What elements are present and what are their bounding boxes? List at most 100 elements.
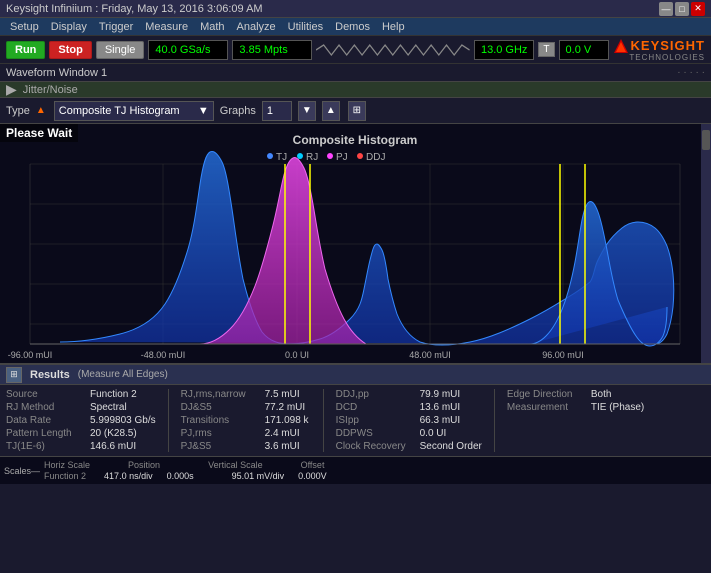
offset-key: Offset bbox=[301, 460, 325, 470]
vert-scale-spacer bbox=[267, 460, 297, 470]
toolbar: Run Stop Single 40.0 GSa/s 3.85 Mpts 13.… bbox=[0, 36, 711, 64]
app-title: Keysight Infiniium : Friday, May 13, 201… bbox=[6, 3, 263, 15]
menu-demos[interactable]: Demos bbox=[329, 18, 376, 35]
svg-text:48.00 mUI: 48.00 mUI bbox=[409, 350, 451, 360]
results-title: Results bbox=[30, 369, 70, 381]
jitter-bar: ▶ Jitter/Noise bbox=[0, 82, 711, 98]
type-dropdown-arrow: ▼ bbox=[198, 105, 209, 117]
horiz-scale-spacer bbox=[94, 460, 124, 470]
result-key: DDPWS bbox=[336, 428, 416, 439]
result-value: 77.2 mUI bbox=[265, 402, 306, 413]
menu-math[interactable]: Math bbox=[194, 18, 230, 35]
menu-setup[interactable]: Setup bbox=[4, 18, 45, 35]
graphs-down-btn[interactable]: ▼ bbox=[298, 101, 316, 121]
menu-trigger[interactable]: Trigger bbox=[93, 18, 139, 35]
result-value: Function 2 bbox=[90, 389, 137, 400]
result-key: DDJ,pp bbox=[336, 389, 416, 400]
vert-scale-key: Vertical Scale bbox=[208, 460, 263, 470]
scale-row-header: Horiz Scale Position Vertical Scale Offs… bbox=[44, 460, 327, 470]
stop-button[interactable]: Stop bbox=[49, 41, 91, 59]
results-subtitle: (Measure All Edges) bbox=[78, 369, 168, 380]
menu-help[interactable]: Help bbox=[376, 18, 411, 35]
horiz-scale-key: Horiz Scale bbox=[44, 460, 90, 470]
result-key: Edge Direction bbox=[507, 389, 587, 400]
layout-icon-btn[interactable]: ⊞ bbox=[348, 101, 366, 121]
chart-area: Please Wait bbox=[0, 124, 711, 364]
svg-text:DDJ: DDJ bbox=[366, 152, 385, 163]
results-col-3: DDJ,pp79.9 mUI DCD 13.6 mUI ISIpp 66.3 mUI DD… bbox=[336, 389, 482, 452]
result-value: Second Order bbox=[420, 441, 482, 452]
result-value: Both bbox=[591, 389, 612, 400]
run-button[interactable]: Run bbox=[6, 41, 45, 59]
results-divider-3 bbox=[494, 389, 495, 452]
svg-text:0.0 UI: 0.0 UI bbox=[285, 350, 309, 360]
scrollbar-thumb[interactable] bbox=[702, 130, 710, 150]
results-row: MeasurementTIE (Phase) bbox=[507, 402, 644, 413]
results-row: RJ,rms,narrow7.5 mUI bbox=[181, 389, 311, 400]
single-button[interactable]: Single bbox=[96, 41, 145, 59]
graphs-label: Graphs bbox=[220, 105, 256, 117]
svg-text:Composite Histogram: Composite Histogram bbox=[293, 133, 418, 147]
svg-text:PJ: PJ bbox=[336, 152, 348, 163]
vert-scale-val: 95.01 mV/div bbox=[232, 471, 285, 481]
result-key: ISIpp bbox=[336, 415, 416, 426]
waveform-bar: Waveform Window 1 · · · · · bbox=[0, 64, 711, 82]
svg-text:-48.00 mUI: -48.00 mUI bbox=[141, 350, 186, 360]
scales-label: Scales— bbox=[4, 466, 40, 476]
freq-unit-btn[interactable]: T bbox=[538, 42, 554, 57]
func2-key: Function 2 bbox=[44, 471, 86, 481]
result-key: PJ,rms bbox=[181, 428, 261, 439]
results-row: DDJ,pp79.9 mUI bbox=[336, 389, 482, 400]
chart-scrollbar[interactable] bbox=[701, 124, 711, 363]
result-key: RJ,rms,narrow bbox=[181, 389, 261, 400]
waveform-label: Waveform Window 1 bbox=[6, 67, 107, 79]
mem-depth-field[interactable]: 3.85 Mpts bbox=[232, 40, 312, 60]
result-key: DCD bbox=[336, 402, 416, 413]
result-value: 13.6 mUI bbox=[420, 402, 461, 413]
result-value: 3.6 mUI bbox=[265, 441, 300, 452]
results-row: RJ MethodSpectral bbox=[6, 402, 156, 413]
results-row: DDPWS 0.0 UI bbox=[336, 428, 482, 439]
graphs-count[interactable]: 1 bbox=[262, 101, 292, 121]
results-col-4: Edge Direction Both MeasurementTIE (Phase) bbox=[507, 389, 644, 452]
graphs-up-btn[interactable]: ▲ bbox=[322, 101, 340, 121]
type-dropdown[interactable]: Composite TJ Histogram ▼ bbox=[54, 101, 214, 121]
results-divider-1 bbox=[168, 389, 169, 452]
menu-utilities[interactable]: Utilities bbox=[282, 18, 329, 35]
results-row: PJ,rms2.4 mUI bbox=[181, 428, 311, 439]
minimize-button[interactable]: — bbox=[659, 2, 673, 16]
results-row: Clock RecoverySecond Order bbox=[336, 441, 482, 452]
results-icon: ⊞ bbox=[6, 367, 22, 383]
result-key: Source bbox=[6, 389, 86, 400]
results-row: Pattern Length 20 (K28.5) bbox=[6, 428, 156, 439]
scale-bar: Scales— Horiz Scale Position Vertical Sc… bbox=[0, 456, 711, 484]
sample-rate-field[interactable]: 40.0 GSa/s bbox=[148, 40, 228, 60]
jitter-label: Jitter/Noise bbox=[23, 84, 78, 96]
results-row: Transitions171.098 k bbox=[181, 415, 311, 426]
results-panel: ⊞ Results (Measure All Edges) Source Func… bbox=[0, 364, 711, 456]
close-button[interactable]: ✕ bbox=[691, 2, 705, 16]
results-row: PJ&S5 3.6 mUI bbox=[181, 441, 311, 452]
results-header: ⊞ Results (Measure All Edges) bbox=[0, 365, 711, 385]
maximize-button[interactable]: □ bbox=[675, 2, 689, 16]
result-value: 0.0 UI bbox=[420, 428, 447, 439]
results-row: Source Function 2 bbox=[6, 389, 156, 400]
position-val: 0.000s bbox=[167, 471, 194, 481]
svg-text:TJ: TJ bbox=[276, 152, 287, 163]
volt-field[interactable]: 0.0 V bbox=[559, 40, 609, 60]
result-key: Pattern Length bbox=[6, 428, 86, 439]
result-value: Spectral bbox=[90, 402, 127, 413]
results-col-1: SourceFunction 2RJ MethodSpectralData Ra… bbox=[6, 389, 156, 452]
result-value: 66.3 mUI bbox=[420, 415, 461, 426]
histogram-chart: -96.00 mUI -48.00 mUI 0.0 UI 48.00 mUI 9… bbox=[0, 124, 681, 364]
menu-analyze[interactable]: Analyze bbox=[231, 18, 282, 35]
result-key: PJ&S5 bbox=[181, 441, 261, 452]
keysight-brand: KEYSIGHT bbox=[631, 38, 705, 53]
result-value: 171.098 k bbox=[265, 415, 309, 426]
jitter-expand-icon[interactable]: ▶ bbox=[6, 81, 17, 98]
freq-field[interactable]: 13.0 GHz bbox=[474, 40, 534, 60]
results-row: TJ(1E-6)146.6 mUI bbox=[6, 441, 156, 452]
menu-measure[interactable]: Measure bbox=[139, 18, 194, 35]
menu-display[interactable]: Display bbox=[45, 18, 93, 35]
result-value: 20 (K28.5) bbox=[90, 428, 137, 439]
